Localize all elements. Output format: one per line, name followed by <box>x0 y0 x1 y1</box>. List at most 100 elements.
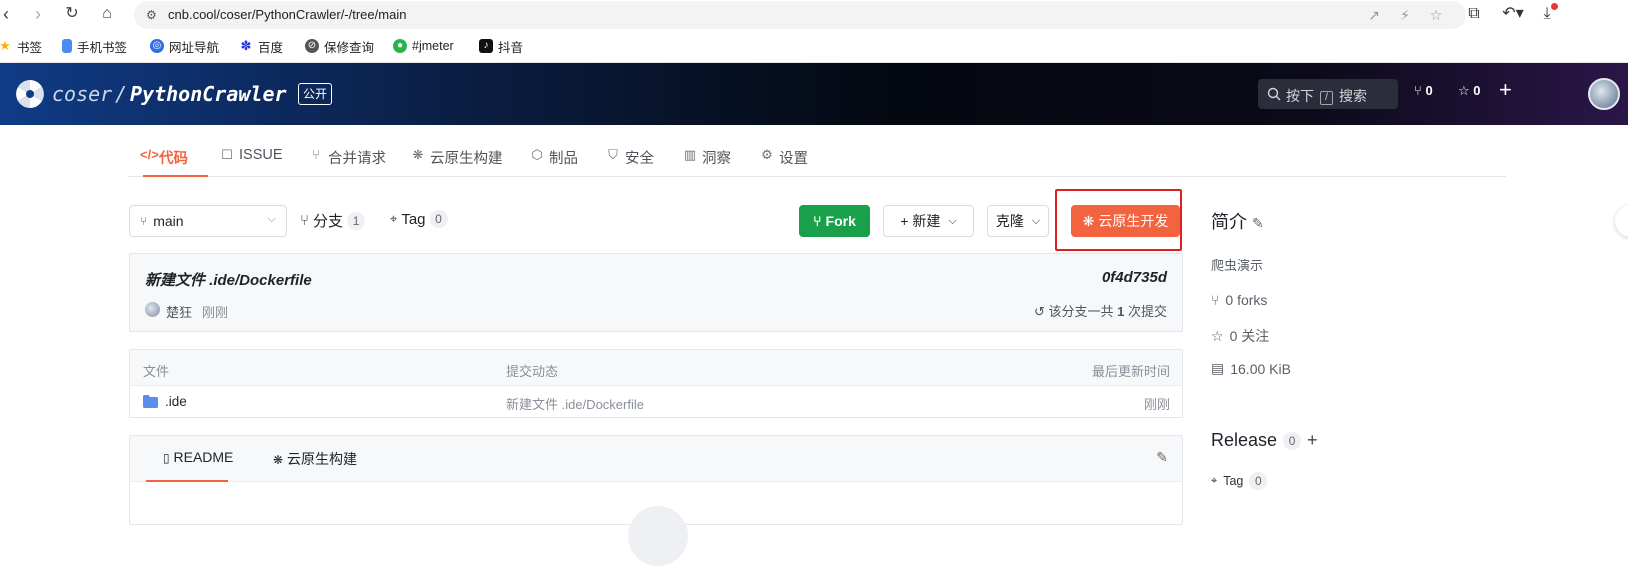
table-row[interactable]: .ide 新建文件 .ide/Dockerfile 刚刚 <box>130 386 1182 418</box>
fork-button[interactable]: ⑂ Fork <box>799 205 870 237</box>
visibility-badge: 公开 <box>298 83 333 105</box>
bookmark-star-icon[interactable]: ☆ <box>1428 7 1444 23</box>
breadcrumb-separator: / <box>115 82 128 106</box>
edit-icon[interactable]: ✎ <box>1252 215 1264 231</box>
branches-link[interactable]: ⑂ 分支 1 <box>300 210 366 231</box>
bookmark-item[interactable]: 手机书签 <box>62 37 127 55</box>
new-button[interactable]: + 新建 ⌵ <box>883 205 974 237</box>
tab-settings[interactable]: ⚙ 设置 <box>760 147 808 175</box>
tag-icon: ⌖ <box>1211 474 1218 487</box>
scroll-side-button[interactable] <box>1615 205 1628 237</box>
share-icon[interactable]: ↗ <box>1366 7 1382 23</box>
build-icon: ❋ <box>412 147 424 162</box>
sidebar-tag-count: 0 <box>1249 472 1268 490</box>
bookmark-item[interactable]: ✽ 百度 <box>239 37 283 55</box>
readme-tab[interactable]: ▯ README <box>163 449 233 465</box>
folder-icon <box>143 395 158 408</box>
column-header-updated: 最后更新时间 <box>1091 364 1170 379</box>
breadcrumb-repo[interactable]: PythonCrawler <box>130 82 287 106</box>
header-fork-count[interactable]: ⑂ 0 <box>1414 83 1433 98</box>
commit-author[interactable]: 楚狂 <box>166 302 192 321</box>
app-header: coser / PythonCrawler 公开 按下 / 搜索 ⑂ 0 ☆ 0 + <box>0 63 1628 125</box>
branch-icon: ⑂ <box>140 214 148 228</box>
readme-panel: ▯ README ❋ 云原生构建 ✎ <box>129 435 1183 566</box>
notification-dot <box>1551 3 1558 10</box>
search-hint: 按下 / 搜索 <box>1286 88 1367 105</box>
commit-history-link[interactable]: ↺ 该分支一共 1 次提交 <box>1034 301 1167 320</box>
url-text[interactable]: cnb.cool/coser/PythonCrawler/-/tree/main <box>168 7 406 22</box>
book-icon: ▯ <box>163 451 170 465</box>
issue-icon: ☐ <box>221 147 233 162</box>
column-header-file: 文件 <box>143 364 170 379</box>
star-icon: ★ <box>0 38 11 53</box>
readme-tab-indicator <box>146 480 228 482</box>
tab-security[interactable]: ⛉ 安全 <box>606 147 654 175</box>
sidebar-forks[interactable]: ⑂ 0 forks <box>1211 292 1267 308</box>
shortcut-key: / <box>1320 91 1333 105</box>
history-icon: ↺ <box>1033 304 1045 319</box>
insight-icon: ▥ <box>683 147 697 162</box>
commit-time: 刚刚 <box>202 305 229 320</box>
search-input[interactable]: 按下 / 搜索 <box>1258 79 1398 109</box>
tags-link[interactable]: ⌖ Tag 0 <box>390 210 448 228</box>
forward-icon[interactable]: › <box>26 2 50 26</box>
file-table: 文件 提交动态 最后更新时间 .ide 新建文件 .ide/Dockerfile… <box>129 349 1183 418</box>
back-icon[interactable]: ‹ <box>0 2 18 26</box>
shield-icon: ⛉ <box>608 147 618 162</box>
sidebar-tags[interactable]: ⌖ Tag 0 <box>1211 472 1268 490</box>
bookmark-item[interactable]: ● #jmeter <box>393 37 454 55</box>
file-name[interactable]: .ide <box>165 394 187 409</box>
latest-commit-panel: 新建文件 .ide/Dockerfile 0f4d735d 楚狂 刚刚 ↺ 该分… <box>129 253 1183 332</box>
release-section: Release 0 + <box>1211 430 1318 451</box>
mobile-bookmark-icon <box>62 39 72 53</box>
edit-icon[interactable]: ✎ <box>1156 449 1168 466</box>
home-icon[interactable]: ⌂ <box>95 2 119 26</box>
douyin-icon: ♪ <box>479 39 493 53</box>
chevron-down-icon: ⌵ <box>948 214 957 227</box>
star-icon: ☆ <box>1211 327 1224 344</box>
file-table-header <box>130 350 1182 386</box>
avatar[interactable] <box>1588 78 1620 110</box>
header-star-count[interactable]: ☆ 0 <box>1458 83 1481 99</box>
bookmark-item[interactable]: ♪ 抖音 <box>479 37 523 55</box>
star-icon: ☆ <box>1458 83 1470 98</box>
extension-bolt-icon[interactable]: ⚡ <box>1397 7 1413 23</box>
commit-message[interactable]: 新建文件 .ide/Dockerfile <box>145 269 312 290</box>
clone-button[interactable]: 克隆 ⌵ <box>987 205 1049 237</box>
site-info-icon[interactable]: ⚙ <box>146 8 160 22</box>
history-back-icon[interactable]: ↶▾ <box>1498 3 1528 25</box>
wechat-icon: ● <box>393 39 407 53</box>
author-avatar[interactable] <box>145 302 160 317</box>
breadcrumb-owner[interactable]: coser <box>52 82 112 106</box>
code-icon: </> <box>140 147 159 162</box>
fork-icon: ⑂ <box>1414 83 1422 98</box>
bookmark-item[interactable]: ⊘ 保修查询 <box>305 37 374 55</box>
storage-icon: ▤ <box>1211 360 1225 376</box>
tab-issue[interactable]: ☐ ISSUE <box>220 147 282 175</box>
sidebar-size: ▤ 16.00 KiB <box>1211 360 1291 377</box>
add-release-icon[interactable]: + <box>1307 430 1318 451</box>
commit-hash[interactable]: 0f4d735d <box>1102 269 1167 286</box>
chevron-down-icon: ⌵ <box>1031 214 1041 227</box>
plus-icon: + <box>900 213 909 229</box>
sidebar-watchers[interactable]: ☆ 0 关注 <box>1211 326 1269 346</box>
tab-merge-requests[interactable]: ⑂ 合并请求 <box>309 147 386 175</box>
file-commit-message[interactable]: 新建文件 .ide/Dockerfile <box>506 394 644 413</box>
bookmark-item[interactable]: ◎ 网址导航 <box>150 37 219 55</box>
extensions-icon[interactable]: ⧉ <box>1463 3 1485 25</box>
tab-cloud-build[interactable]: ❋ 云原生构建 <box>411 147 503 175</box>
bookmark-item[interactable]: ★ 书签 <box>0 37 42 55</box>
tab-code[interactable]: </> 代码 <box>140 147 188 175</box>
address-bar[interactable]: ⚙ cnb.cool/coser/PythonCrawler/-/tree/ma… <box>134 1 1466 29</box>
tab-packages[interactable]: ⬡ 制品 <box>530 147 578 175</box>
reload-icon[interactable]: ↻ <box>60 2 84 26</box>
tag-icon: ⌖ <box>390 211 398 226</box>
tab-insights[interactable]: ▥ 洞察 <box>683 147 731 175</box>
readme-build-tab[interactable]: ❋ 云原生构建 <box>273 449 357 469</box>
branch-select[interactable]: ⑂ main ⌵ <box>129 205 287 237</box>
warranty-site-icon: ⊘ <box>305 39 319 53</box>
cnb-logo-icon[interactable] <box>14 78 46 110</box>
add-icon[interactable]: + <box>1499 77 1512 103</box>
branches-count: 1 <box>347 211 366 230</box>
active-tab-indicator <box>143 175 208 177</box>
